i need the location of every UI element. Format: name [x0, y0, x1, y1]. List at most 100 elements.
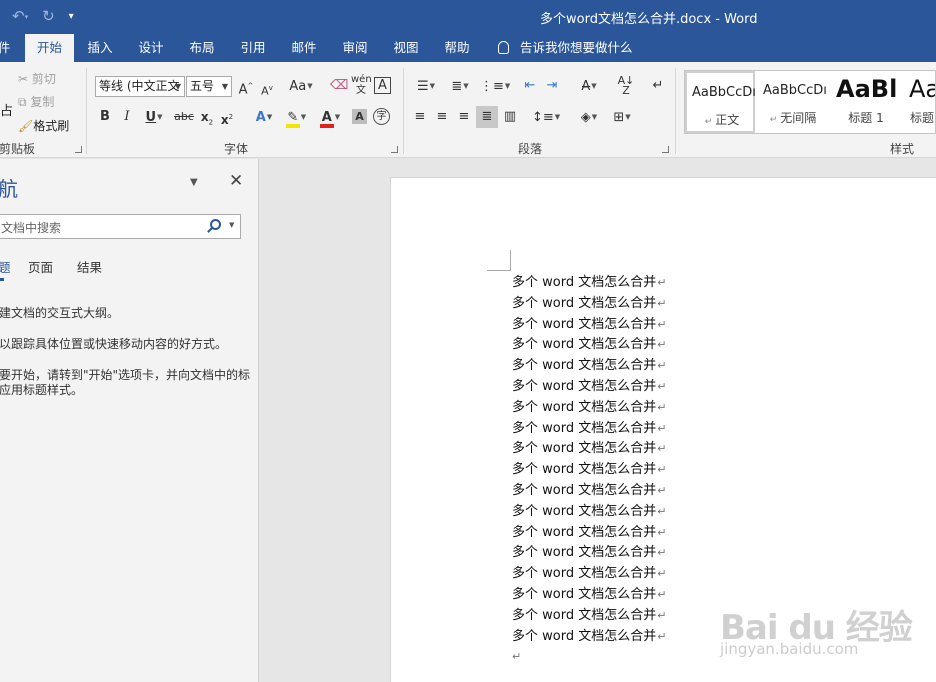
font-color-button[interactable]: A ▼ [316, 108, 344, 128]
document-line[interactable]: 多个 word 文档怎么合并↵ [512, 626, 666, 647]
style-sample: AaBbCcDı [763, 83, 827, 98]
tab-references[interactable]: 引用 [231, 34, 275, 62]
document-line[interactable]: 多个 word 文档怎么合并↵ [512, 272, 666, 293]
chinese-layout-button[interactable]: A̶▼ [575, 77, 603, 96]
increase-indent-icon[interactable]: ⇥ [543, 77, 561, 95]
shrink-font-button[interactable]: Av [259, 79, 275, 101]
document-line[interactable]: 多个 word 文档怎么合并↵ [512, 418, 666, 439]
document-line[interactable]: 多个 word 文档怎么合并↵ [512, 480, 666, 501]
tab-design[interactable]: 设计 [129, 34, 173, 62]
show-marks-icon[interactable]: ↵ [649, 77, 667, 95]
text-effects-button[interactable]: A▼ [251, 108, 277, 127]
copy-icon: ⧉ [18, 95, 31, 109]
shading-button[interactable]: ◈▼ [575, 108, 603, 127]
search-icon[interactable] [210, 219, 221, 230]
document-line[interactable]: 多个 word 文档怎么合并↵ [512, 376, 666, 397]
close-icon[interactable]: ✕ [229, 171, 243, 191]
document-line[interactable]: 多个 word 文档怎么合并↵ [512, 459, 666, 480]
style-no-spacing[interactable]: AaBbCcDı ↵ 无间隔 [758, 71, 828, 133]
style-normal[interactable]: AaBbCcDı ↵ 正文 [685, 71, 756, 133]
customize-qat-icon[interactable]: ▾ [69, 7, 74, 27]
align-left-icon[interactable]: ≡ [411, 108, 429, 126]
undo-icon[interactable]: ↶▾ [12, 7, 28, 27]
tab-home[interactable]: 开始 [25, 34, 74, 62]
document-line[interactable]: 多个 word 文档怎么合并↵ [512, 605, 666, 626]
enclose-chars-button[interactable]: 字 [373, 108, 390, 125]
clipboard-launcher-icon[interactable] [75, 146, 82, 153]
paragraph-mark: ↵ [657, 525, 667, 539]
document-line[interactable]: 多个 word 文档怎么合并↵ [512, 563, 666, 584]
numbering-button[interactable]: ≣▼ [446, 77, 474, 96]
redo-icon[interactable]: ↻ [42, 7, 55, 27]
align-right-icon[interactable]: ≡ [455, 108, 473, 126]
nav-tab-pages[interactable]: 页面 [28, 257, 53, 276]
strikethrough-button[interactable]: abc [172, 108, 196, 126]
document-page[interactable]: 多个 word 文档怎么合并↵ 多个 word 文档怎么合并↵ 多个 word 文档… [390, 177, 936, 682]
cut-button[interactable]: ✂ 剪切 [18, 70, 56, 87]
document-line[interactable]: 多个 word 文档怎么合并↵ [512, 397, 666, 418]
chevron-down-icon: ▼ [174, 82, 181, 91]
lightbulb-icon [498, 41, 509, 54]
tab-view[interactable]: 视图 [384, 34, 428, 62]
paste-button[interactable]: 占 [0, 100, 13, 119]
sort-icon[interactable]: A↓ Z [617, 75, 635, 96]
distributed-icon[interactable]: ▥ [501, 108, 519, 126]
font-name-combo[interactable]: 等线 (中文正文 ▼ [95, 76, 185, 97]
document-line[interactable]: 多个 word 文档怎么合并↵ [512, 584, 666, 605]
document-line[interactable]: 多个 word 文档怎么合并↵ [512, 542, 666, 563]
copy-button[interactable]: ⧉ 复制 [18, 93, 54, 110]
bullets-button[interactable]: ☰▼ [412, 77, 440, 96]
subscript-button[interactable]: x2 [199, 108, 215, 131]
justify-icon[interactable]: ≣ [476, 106, 498, 128]
chevron-down-icon[interactable]: ▼ [229, 221, 234, 229]
document-line[interactable]: 多个 word 文档怎么合并↵ [512, 293, 666, 314]
nav-tab-headings[interactable]: 题 [0, 257, 11, 276]
font-size-combo[interactable]: 五号 ▼ [186, 76, 232, 97]
paragraph-launcher-icon[interactable] [662, 146, 669, 153]
line-text: 多个 word 文档怎么合并 [512, 379, 657, 394]
superscript-button[interactable]: x2 [219, 108, 235, 129]
chinese-layout-icon: A̶ [581, 79, 591, 94]
italic-button[interactable]: I [119, 108, 135, 126]
document-line[interactable]: 多个 word 文档怎么合并↵ [512, 501, 666, 522]
highlight-button[interactable]: ✎ ▼ [282, 108, 310, 128]
grow-font-button[interactable]: A^ [238, 77, 254, 99]
document-line[interactable]: 多个 word 文档怎么合并↵ [512, 355, 666, 376]
tab-review[interactable]: 审阅 [333, 34, 377, 62]
char-border-button[interactable]: A [374, 77, 391, 94]
format-painter-button[interactable]: 🖌格式刷 [18, 117, 69, 134]
tab-insert[interactable]: 插入 [78, 34, 122, 62]
style-name: ↵ 正文 [704, 113, 740, 127]
style-heading-1[interactable]: AaBl 标题 1 [831, 71, 901, 133]
tab-help[interactable]: 帮助 [435, 34, 479, 62]
align-center-icon[interactable]: ≡ [433, 108, 451, 126]
nav-search-input[interactable]: 文档中搜索 ▼ [0, 214, 241, 239]
bold-button[interactable]: B [97, 108, 113, 126]
change-case-button[interactable]: Aa▼ [287, 77, 315, 96]
decrease-indent-icon[interactable]: ⇤ [521, 77, 539, 95]
document-line[interactable]: 多个 word 文档怎么合并↵ [512, 438, 666, 459]
tab-mailings[interactable]: 邮件 [282, 34, 326, 62]
tab-layout[interactable]: 布局 [180, 34, 224, 62]
multilevel-list-button[interactable]: ⋮≡▼ [480, 77, 510, 96]
group-divider [675, 68, 676, 154]
document-line[interactable]: 多个 word 文档怎么合并↵ [512, 334, 666, 355]
scissors-icon: ✂ [18, 72, 32, 86]
paragraph-mark: ↵ [657, 296, 667, 310]
chevron-down-icon[interactable]: ▼ [190, 177, 198, 188]
nav-tab-results[interactable]: 结果 [77, 257, 102, 276]
font-launcher-icon[interactable] [391, 146, 398, 153]
phonetic-guide-button[interactable]: wén 文 [351, 74, 372, 96]
line-text: 多个 word 文档怎么合并 [512, 483, 657, 498]
tab-file[interactable]: 件 [0, 34, 14, 62]
clear-formatting-icon[interactable]: ⌫ [330, 77, 348, 95]
tell-me-box[interactable]: 告诉我你想要做什么 [498, 34, 633, 62]
style-title[interactable]: AaI 标题 [904, 71, 935, 133]
style-sample: AaBbCcDı [692, 85, 756, 100]
document-line[interactable]: 多个 word 文档怎么合并↵ [512, 522, 666, 543]
underline-button[interactable]: U▼ [141, 108, 167, 127]
char-shading-button[interactable]: A [352, 109, 367, 124]
line-spacing-button[interactable]: ↕≡▼ [532, 108, 560, 127]
borders-button[interactable]: ⊞▼ [608, 108, 636, 127]
document-line[interactable]: 多个 word 文档怎么合并↵ [512, 314, 666, 335]
